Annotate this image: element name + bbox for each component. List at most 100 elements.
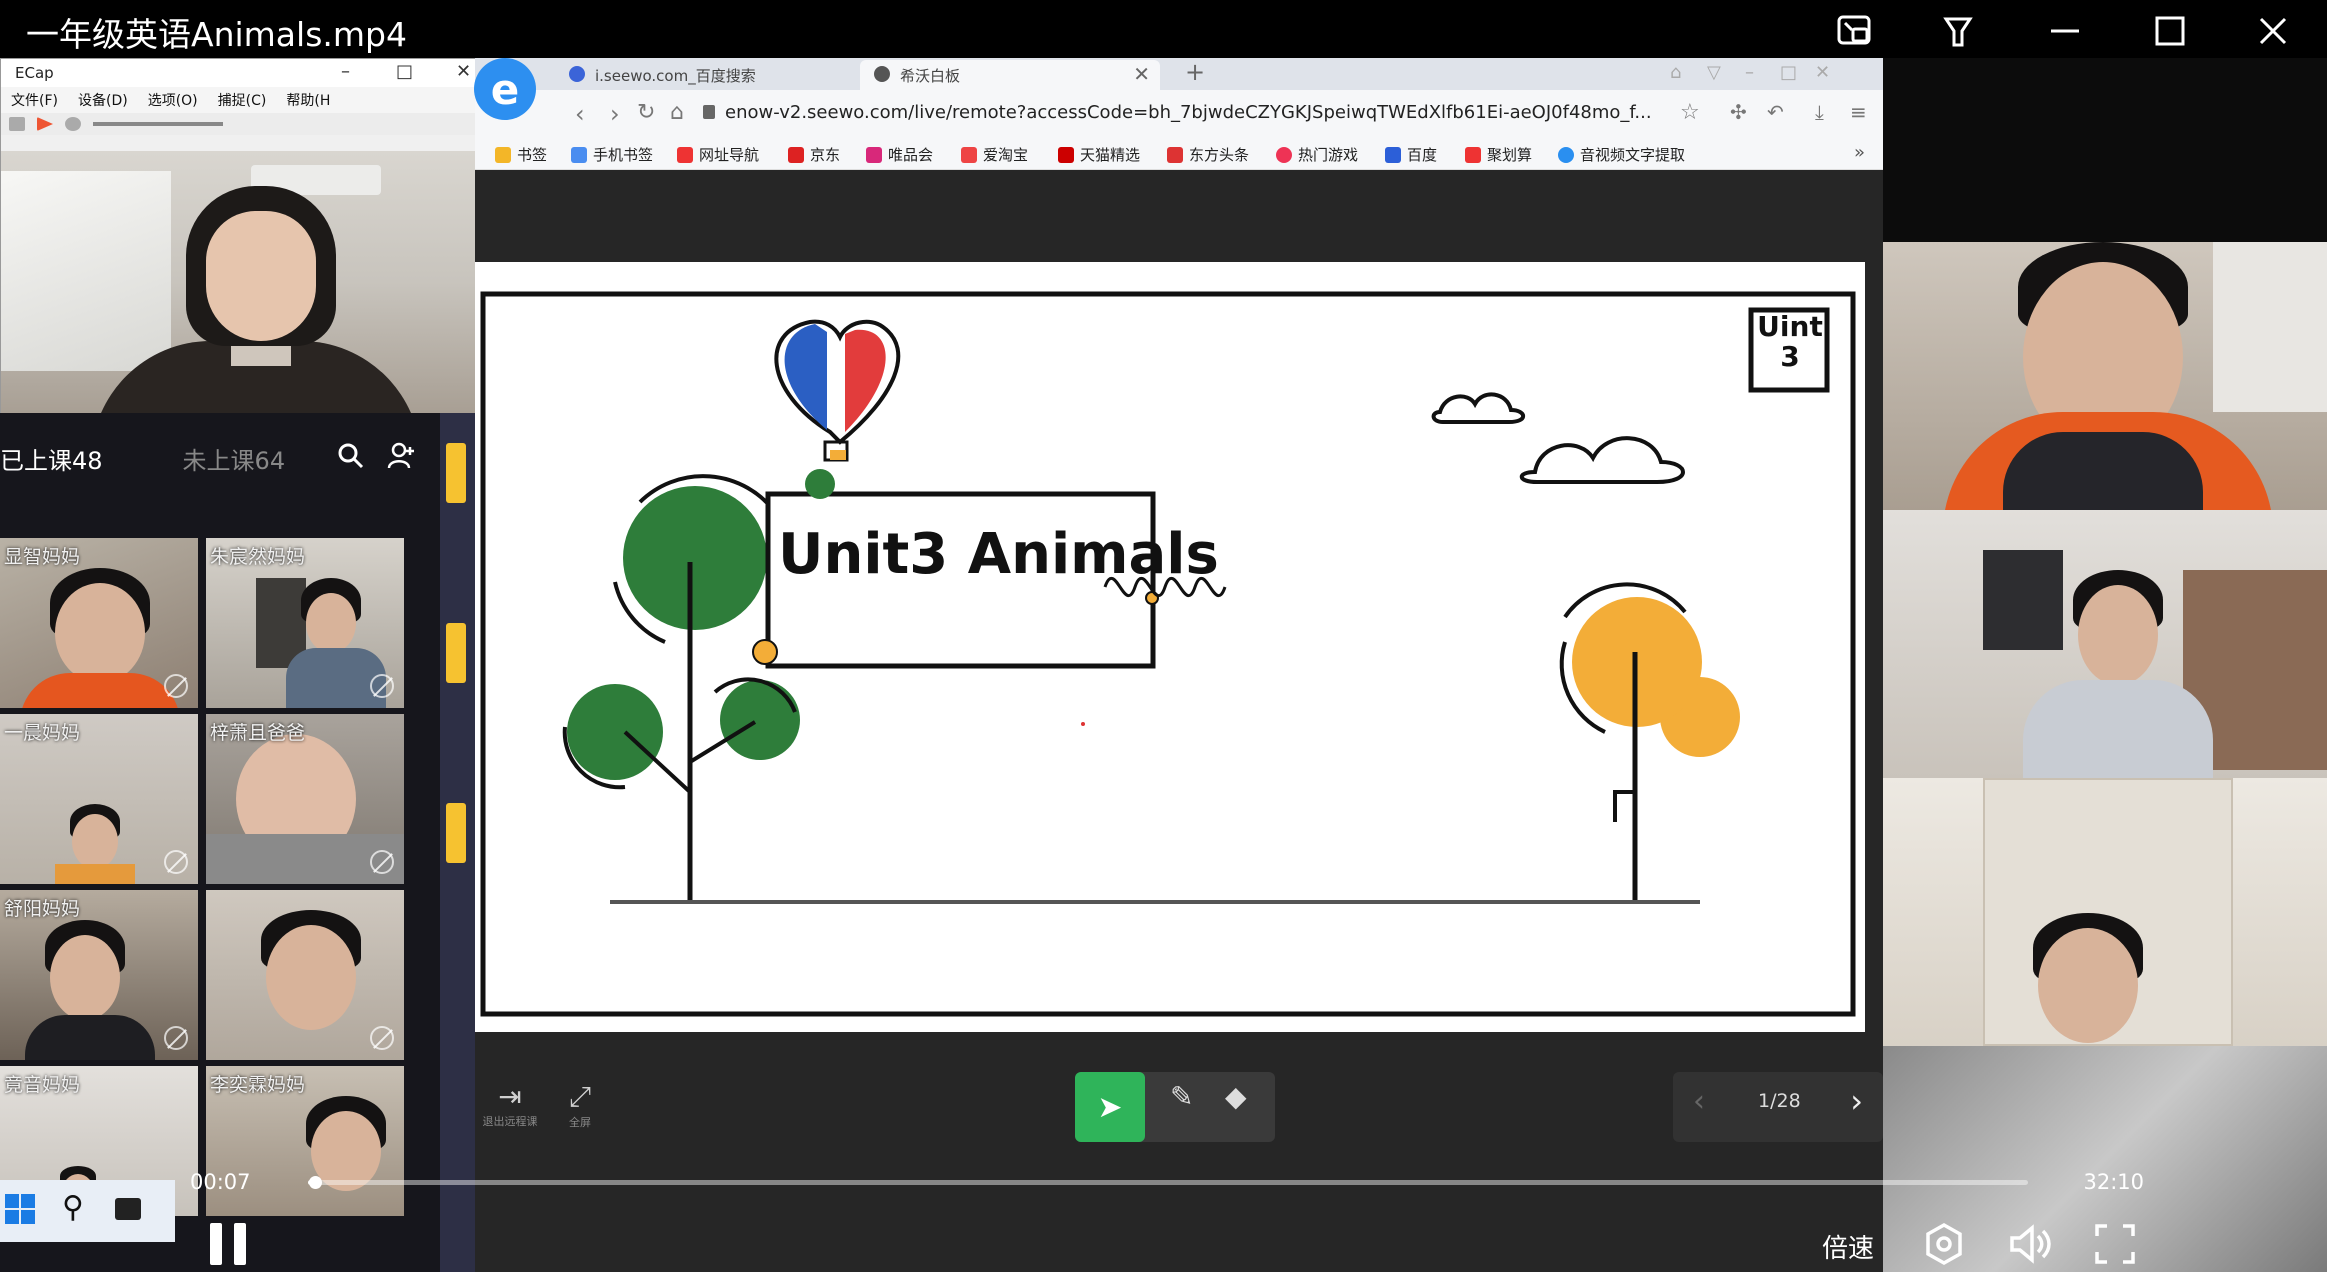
pen-tool-icon[interactable]: ✎ [1170, 1080, 1193, 1113]
student-name: 李奕霖妈妈 [210, 1074, 306, 1096]
student-video-tile[interactable] [1883, 510, 2327, 778]
progress-bar[interactable] [308, 1176, 2028, 1189]
bookmark-item[interactable]: 网址导航 [677, 144, 759, 165]
tab-label: i.seewo.com_百度搜索 [595, 66, 756, 85]
ecap-minimize-icon[interactable]: – [341, 61, 350, 82]
bookmarks-more[interactable]: » [1854, 142, 1865, 163]
bookmark-item[interactable]: 书签 [495, 144, 547, 165]
browser-user-icon[interactable]: ⌂ [1670, 62, 1681, 83]
browser-window: i.seewo.com_百度搜索 希沃白板 ✕ + ⌂ ▽ – □ ✕ e ‹ … [474, 58, 1883, 1272]
current-time: 00:07 [190, 1170, 251, 1194]
download-icon[interactable]: ⤓ [1815, 100, 1824, 124]
url-field[interactable]: enow-v2.seewo.com/live/remote?accessCode… [725, 102, 1652, 123]
slide-canvas: Unit3 Animals Uint 3 [475, 262, 1865, 1032]
browser-minimize-icon[interactable]: – [1745, 62, 1754, 83]
bookmark-item[interactable]: 手机书签 [571, 144, 653, 165]
extensions-icon[interactable]: ✣ [1730, 100, 1747, 124]
browser-address-bar: ‹ › ↻ ⌂ enow-v2.seewo.com/live/remote?ac… [475, 90, 1883, 138]
tab-not-attended[interactable]: 未上课64 [183, 441, 286, 476]
bookmark-item[interactable]: 东方头条 [1167, 144, 1249, 165]
panel-tab-marker[interactable] [446, 443, 466, 503]
teacher-camera-feed [1, 151, 496, 413]
browser-logo-icon: e [474, 58, 536, 120]
prev-page-icon[interactable]: ‹ [1693, 1084, 1705, 1119]
taobao-icon [961, 146, 977, 163]
tab-close-icon[interactable]: ✕ [1133, 62, 1150, 86]
picture-in-picture-icon[interactable] [1832, 8, 1878, 54]
student-name: 一晨妈妈 [4, 722, 81, 744]
student-tile[interactable]: 舒阳妈妈 [0, 890, 198, 1060]
student-tile[interactable] [206, 890, 404, 1060]
video-frame[interactable]: ECap – □ ✕ 文件(F) 设备(D) 选项(O) 捕捉(C) 帮助(H [0, 58, 2327, 1272]
ecap-menu-options[interactable]: 选项(O) [148, 90, 198, 110]
ecap-window: ECap – □ ✕ 文件(F) 设备(D) 选项(O) 捕捉(C) 帮助(H [0, 58, 496, 413]
browser-shield-icon[interactable]: ▽ [1707, 62, 1721, 83]
pin-on-top-icon[interactable] [1937, 8, 1983, 54]
unit-badge-line2: 3 [1780, 340, 1800, 373]
whiteboard-area: Unit3 Animals Uint 3 ⇥ 退出远程课 ⤢ 全屏 ➤ ✎ ◆ … [475, 170, 1883, 1272]
bookmark-item[interactable]: 百度 [1385, 144, 1437, 165]
ecap-close-icon[interactable]: ✕ [456, 61, 471, 82]
ecap-slider[interactable] [93, 122, 223, 126]
progress-knob[interactable] [308, 1176, 322, 1189]
browser-tab-active[interactable]: 希沃白板 ✕ [860, 60, 1160, 90]
panel-tab-marker[interactable] [446, 623, 466, 683]
bookmark-item[interactable]: 聚划算 [1465, 144, 1532, 165]
bookmark-item[interactable]: 唯品会 [866, 144, 933, 165]
bookmark-item[interactable]: 天猫精选 [1058, 144, 1140, 165]
teacher-face [206, 211, 316, 341]
add-user-icon[interactable] [386, 441, 416, 471]
undo-icon[interactable]: ↶ [1767, 100, 1784, 124]
student-tile[interactable]: 一晨妈妈 [0, 714, 198, 884]
student-tile[interactable]: 朱宸然妈妈 [206, 538, 404, 708]
fullscreen-icon[interactable] [2093, 1222, 2137, 1266]
forward-icon[interactable]: › [610, 100, 620, 128]
bookmark-item[interactable]: 爱淘宝 [961, 144, 1028, 165]
playback-speed-button[interactable]: 倍速 [1822, 1228, 1874, 1265]
favorite-star-icon[interactable]: ☆ [1680, 100, 1700, 125]
tab-label: 希沃白板 [900, 66, 961, 85]
seewo-icon [874, 66, 890, 82]
ecap-menu-help[interactable]: 帮助(H [286, 90, 330, 110]
eraser-tool-icon[interactable]: ◆ [1225, 1080, 1247, 1113]
browser-tab[interactable]: i.seewo.com_百度搜索 [555, 60, 855, 90]
close-icon[interactable] [2250, 8, 2296, 54]
maximize-icon[interactable] [2147, 8, 2193, 54]
ecap-maximize-icon[interactable]: □ [396, 61, 413, 82]
total-time: 32:10 [2083, 1170, 2144, 1194]
taskbar-search-icon: ⚲ [62, 1190, 84, 1225]
ecap-menu-file[interactable]: 文件(F) [11, 90, 58, 110]
student-name: 显智妈妈 [4, 546, 81, 568]
stop-icon[interactable] [65, 117, 81, 131]
browser-maximize-icon[interactable]: □ [1780, 62, 1797, 83]
orange-dot [752, 639, 778, 665]
search-icon[interactable] [336, 441, 366, 471]
browser-close-icon[interactable]: ✕ [1815, 62, 1830, 83]
student-video-tile[interactable] [1883, 778, 2327, 1046]
student-video-column [1883, 242, 2327, 1272]
next-page-icon[interactable]: › [1850, 1082, 1863, 1120]
panel-tab-marker[interactable] [446, 803, 466, 863]
camera-icon[interactable] [9, 117, 25, 131]
back-icon[interactable]: ‹ [575, 100, 585, 128]
bookmark-item[interactable]: 京东 [788, 144, 840, 165]
student-tile[interactable]: 梓萧且爸爸 [206, 714, 404, 884]
ecap-toolbar [1, 113, 494, 135]
volume-icon[interactable] [2008, 1222, 2052, 1266]
new-tab-icon[interactable]: + [1185, 58, 1205, 86]
tab-attended[interactable]: 已上课48 [0, 441, 103, 476]
reload-icon[interactable]: ↻ [637, 100, 655, 125]
student-tile[interactable]: 显智妈妈 [0, 538, 198, 708]
student-video-tile[interactable] [1883, 242, 2327, 510]
bookmark-item[interactable]: 音视频文字提取 [1558, 144, 1685, 165]
record-icon[interactable] [37, 117, 53, 131]
pause-button[interactable] [208, 1223, 250, 1265]
ecap-menu-capture[interactable]: 捕捉(C) [218, 90, 267, 110]
menu-icon[interactable]: ≡ [1850, 100, 1867, 124]
bookmark-item[interactable]: 热门游戏 [1276, 144, 1358, 165]
ecap-menu-device[interactable]: 设备(D) [78, 90, 128, 110]
home-icon[interactable]: ⌂ [670, 100, 684, 125]
baidu-icon [1385, 146, 1401, 163]
minimize-icon[interactable] [2042, 8, 2088, 54]
settings-icon[interactable] [1922, 1222, 1966, 1266]
